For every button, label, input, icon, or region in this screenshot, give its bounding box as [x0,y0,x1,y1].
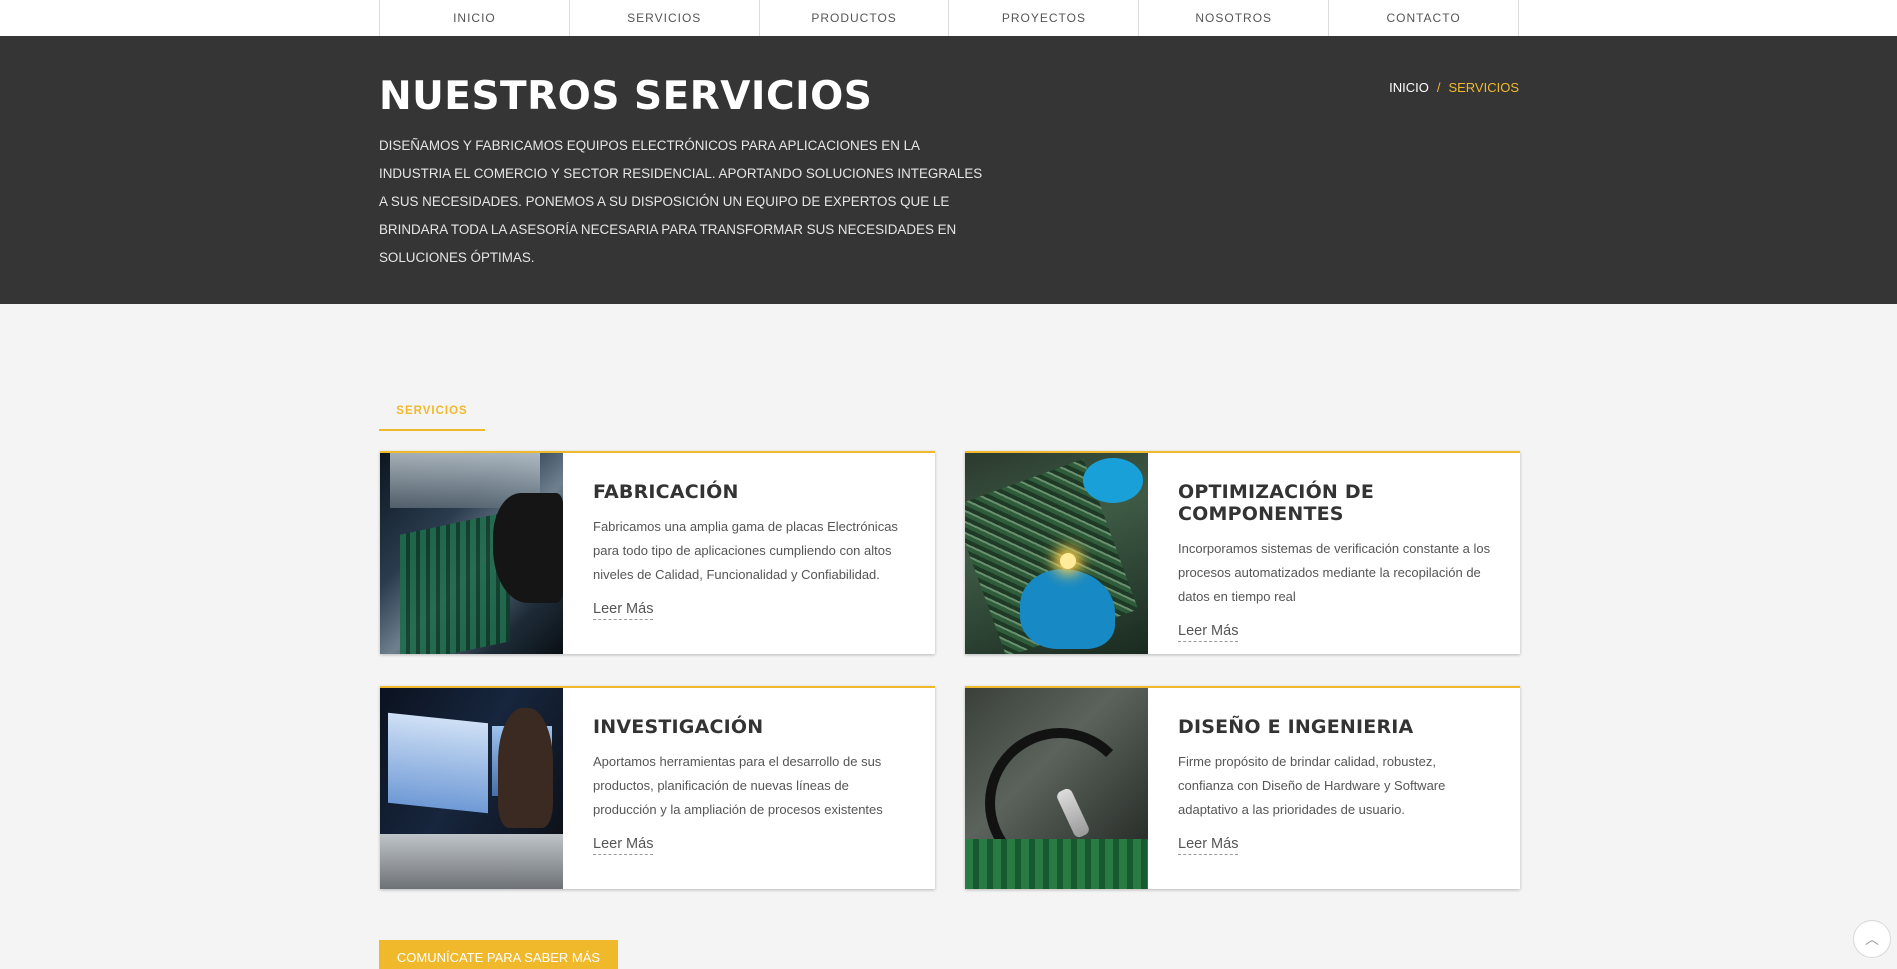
breadcrumb-separator: / [1436,80,1441,95]
contact-cta-button[interactable]: COMUNÍCATE PARA SABER MÁS [379,940,618,969]
card-text: Fabricamos una amplia gama de placas Ele… [593,519,898,582]
card-title: OPTIMIZACIÓN DE COMPONENTES [1178,481,1374,525]
service-card-investigacion: INVESTIGACIÓN Aportamos herramientas par… [380,686,935,889]
card-body: FABRICACIÓN Fabricamos una amplia gama d… [563,453,935,654]
card-text: Aportamos herramientas para el desarroll… [593,754,883,817]
nav-item-contacto[interactable]: CONTACTO [1329,0,1519,36]
chevron-up-icon: ︿ [1865,931,1879,947]
hero-description: DISEÑAMOS Y FABRICAMOS EQUIPOS ELECTRÓNI… [379,138,983,265]
nav-menu: INICIO SERVICIOS PRODUCTOS PROYECTOS NOS… [379,0,1519,36]
hero-banner: NUESTROS SERVICIOS DISEÑAMOS Y FABRICAMO… [0,36,1897,304]
nav-item-servicios[interactable]: SERVICIOS [570,0,760,36]
service-card-optimizacion: OPTIMIZACIÓN DE COMPONENTES Incorporamos… [965,451,1520,654]
read-more-link[interactable]: Leer Más [593,601,654,620]
top-navigation: INICIO SERVICIOS PRODUCTOS PROYECTOS NOS… [0,0,1897,36]
breadcrumb: INICIO / SERVICIOS [1389,80,1519,95]
nav-item-inicio[interactable]: INICIO [380,0,570,36]
research-image [380,688,563,889]
read-more-link[interactable]: Leer Más [1178,836,1239,855]
card-text: Incorporamos sistemas de verificación co… [1178,541,1491,604]
read-more-link[interactable]: Leer Más [593,836,654,855]
read-more-link[interactable]: Leer Más [1178,623,1239,642]
card-title: INVESTIGACIÓN [593,716,764,738]
service-card-fabricacion: FABRICACIÓN Fabricamos una amplia gama d… [380,451,935,654]
section-tab-servicios[interactable]: SERVICIOS [379,392,485,431]
nav-item-productos[interactable]: PRODUCTOS [760,0,950,36]
card-body: DISEÑO E INGENIERIA Firme propósito de b… [1148,688,1520,889]
fabrication-image [380,453,563,654]
breadcrumb-current: SERVICIOS [1448,80,1519,95]
card-text: Firme propósito de brindar calidad, robu… [1178,754,1446,817]
card-title: FABRICACIÓN [593,481,739,503]
service-card-diseno: DISEÑO E INGENIERIA Firme propósito de b… [965,686,1520,889]
nav-item-proyectos[interactable]: PROYECTOS [949,0,1140,36]
optimization-image [965,453,1148,654]
card-body: OPTIMIZACIÓN DE COMPONENTES Incorporamos… [1148,453,1520,654]
back-to-top-button[interactable]: ︿ [1853,920,1891,958]
nav-item-nosotros[interactable]: NOSOTROS [1139,0,1330,36]
page-title: NUESTROS SERVICIOS [379,74,873,119]
breadcrumb-home-link[interactable]: INICIO [1389,80,1429,95]
card-title: DISEÑO E INGENIERIA [1178,716,1414,738]
design-image [965,688,1148,889]
card-body: INVESTIGACIÓN Aportamos herramientas par… [563,688,935,889]
